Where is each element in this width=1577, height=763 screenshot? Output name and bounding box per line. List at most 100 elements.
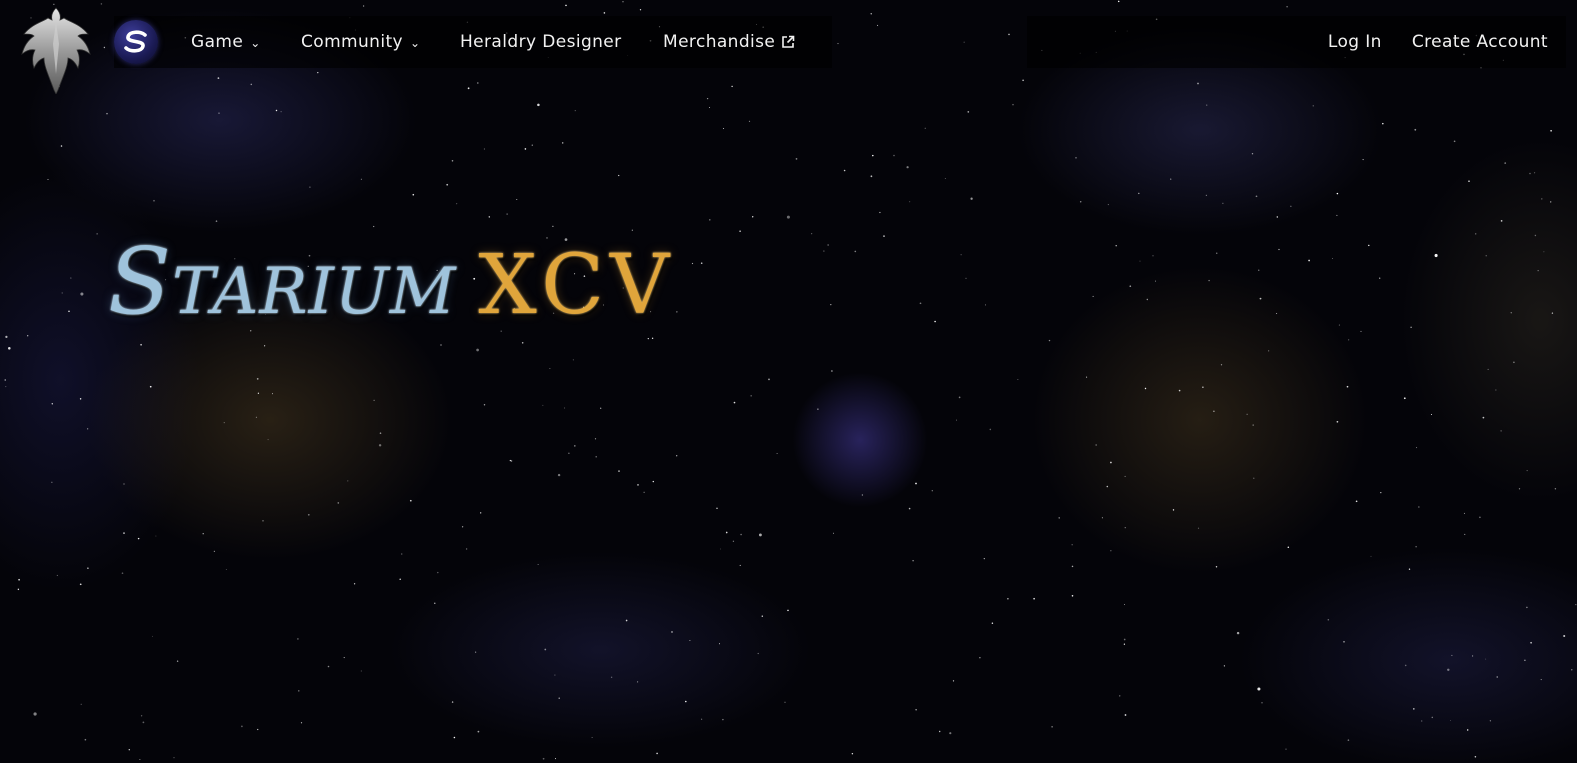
create-account-link[interactable]: Create Account: [1412, 32, 1548, 52]
star: [1468, 180, 1470, 183]
nav-heraldry-designer-link[interactable]: Heraldry Designer: [460, 32, 622, 52]
star: [908, 507, 911, 510]
star: [480, 512, 482, 514]
title-numeral-text: XCV: [478, 238, 676, 333]
star: [1253, 477, 1255, 479]
star: [476, 82, 479, 84]
star: [1447, 668, 1450, 672]
star: [262, 519, 264, 522]
star: [1500, 220, 1503, 222]
login-link[interactable]: Log In: [1328, 32, 1382, 52]
star: [106, 112, 108, 115]
star: [652, 480, 654, 483]
star: [558, 697, 560, 699]
star: [225, 568, 227, 570]
star: [275, 109, 278, 112]
star: [360, 670, 362, 672]
star: [412, 193, 415, 196]
star: [574, 110, 576, 112]
star: [960, 254, 962, 256]
star: [1414, 128, 1417, 131]
star: [1485, 255, 1487, 257]
star: [1276, 312, 1278, 315]
star: [60, 145, 63, 147]
star: [1370, 555, 1372, 557]
star: [919, 302, 922, 305]
star: [1106, 485, 1109, 488]
star: [213, 550, 216, 553]
star: [1380, 491, 1382, 494]
star: [1110, 461, 1112, 464]
star: [1464, 533, 1466, 535]
star: [298, 690, 300, 692]
star: [1475, 233, 1477, 235]
star: [483, 148, 485, 150]
star: [723, 128, 725, 129]
star: [1115, 244, 1117, 247]
star: [465, 548, 468, 550]
star: [924, 127, 926, 129]
star: [1415, 546, 1417, 548]
star: [1563, 634, 1566, 638]
star: [1416, 447, 1418, 449]
star: [360, 178, 362, 180]
star: [1472, 655, 1474, 657]
star: [1554, 488, 1557, 490]
star: [121, 572, 124, 575]
nav-merchandise-link[interactable]: Merchandise: [663, 32, 795, 52]
star: [1403, 397, 1406, 400]
star: [983, 557, 985, 560]
star: [1123, 638, 1126, 641]
star: [625, 619, 628, 622]
star: [1467, 729, 1469, 731]
star: [732, 540, 735, 542]
star: [740, 533, 742, 536]
star: [379, 432, 382, 435]
star: [1071, 595, 1074, 597]
star: [521, 342, 524, 344]
nav-game-menu[interactable]: Game ⌄: [191, 32, 261, 52]
star: [870, 13, 872, 15]
star: [1479, 516, 1481, 519]
star: [1017, 378, 1019, 380]
winged-phoenix-icon[interactable]: [18, 4, 94, 94]
star: [280, 111, 282, 113]
star: [827, 244, 829, 246]
star: [603, 12, 606, 14]
s-logo-icon[interactable]: [114, 20, 158, 64]
star: [1107, 204, 1109, 206]
star: [271, 393, 273, 395]
star: [483, 404, 486, 406]
star: [676, 455, 678, 457]
star: [722, 718, 724, 721]
nav-community-menu[interactable]: Community ⌄: [301, 32, 420, 52]
star: [80, 292, 84, 296]
star: [1485, 658, 1487, 660]
star: [51, 403, 53, 405]
star: [317, 72, 319, 74]
star: [68, 310, 70, 313]
star: [1489, 720, 1492, 722]
star: [854, 250, 857, 253]
star: [637, 681, 639, 683]
star: [250, 83, 253, 86]
star: [963, 41, 965, 43]
star: [970, 197, 973, 200]
star: [823, 250, 825, 252]
star: [1213, 410, 1215, 413]
star: [453, 736, 456, 739]
star: [1290, 205, 1292, 207]
star: [757, 652, 759, 655]
star: [1526, 470, 1528, 472]
star: [401, 553, 403, 555]
star: [716, 507, 718, 509]
star: [595, 456, 597, 458]
star: [1382, 122, 1384, 125]
star: [241, 725, 243, 728]
star: [944, 178, 946, 179]
star: [647, 337, 649, 340]
star: [378, 444, 382, 447]
star: [1119, 695, 1121, 697]
star: [56, 574, 58, 576]
star: [140, 343, 142, 346]
